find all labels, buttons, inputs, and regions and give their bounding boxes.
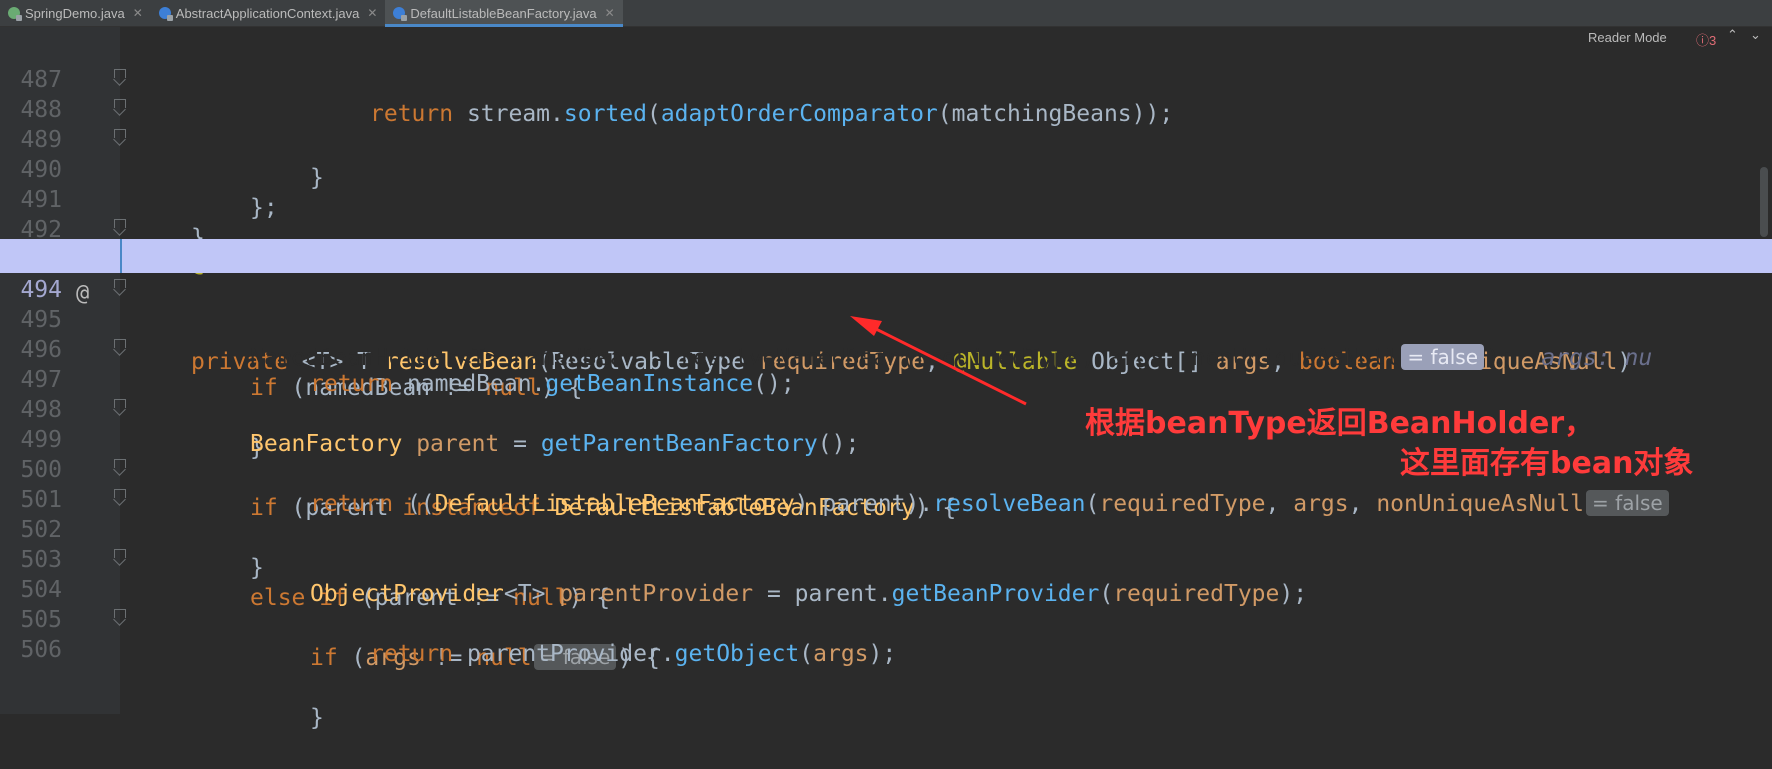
annotation-text-2: 这里面存有bean对象 (1400, 446, 1694, 481)
annotation-text-1: 根据beanType返回BeanHolder， (1085, 406, 1595, 441)
annotation-arrow (850, 316, 1027, 406)
